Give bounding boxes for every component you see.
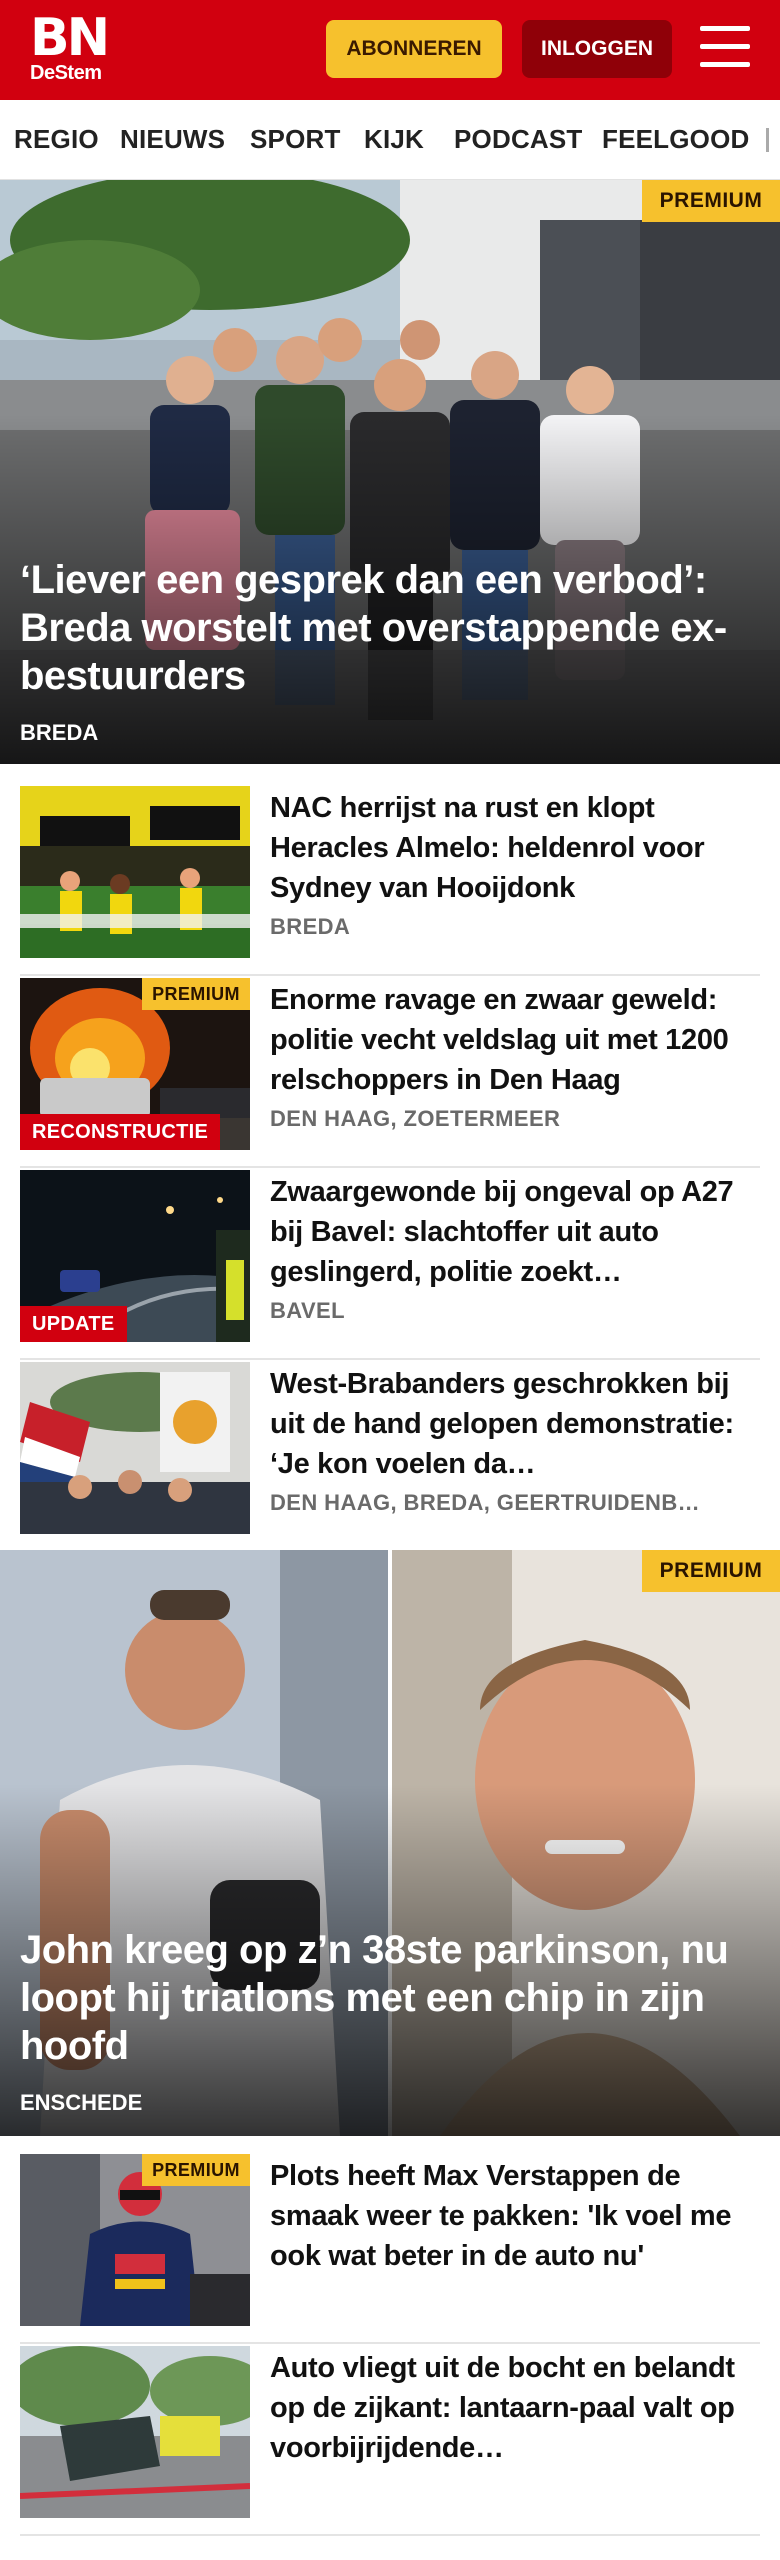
bn-destem-logo[interactable]: BN DeStem	[30, 8, 110, 86]
list-item[interactable]: PREMIUM RECONSTRUCTIE Enorme ravage en z…	[20, 978, 760, 1168]
nav-item-podcast[interactable]: PODCAST	[454, 124, 583, 155]
premium-badge: PREMIUM	[142, 2154, 250, 2186]
logo-subtitle: DeStem	[30, 62, 102, 84]
premium-badge: PREMIUM	[642, 180, 780, 222]
article-location: DEN HAAG, ZOETERMEER	[270, 1106, 561, 1131]
article-thumbnail: UPDATE	[20, 1170, 250, 1342]
article-title[interactable]: West-Brabanders geschrokken bij uit de h…	[270, 1364, 760, 1484]
nav-item-regio[interactable]: REGIO	[14, 124, 99, 155]
login-button[interactable]: INLOGGEN	[522, 20, 672, 78]
list-item[interactable]: West-Brabanders geschrokken bij uit de h…	[20, 1362, 760, 1552]
premium-badge: PREMIUM	[142, 978, 250, 1010]
hero-article-enschede[interactable]: PREMIUM John kreeg op z’n 38ste parkinso…	[0, 1550, 780, 2136]
article-thumbnail	[20, 2346, 250, 2518]
hero-location: ENSCHEDE	[20, 2090, 143, 2115]
subscribe-button[interactable]: ABONNEREN	[326, 20, 502, 78]
nav-overflow-indicator	[766, 128, 769, 152]
article-thumbnail	[20, 786, 250, 958]
article-location: DEN HAAG, BREDA, GEERTRUIDENB…	[270, 1490, 701, 1515]
hero-title[interactable]: John kreeg op z’n 38ste parkinson, nu lo…	[20, 1926, 760, 2070]
logo-mark: BN	[30, 8, 110, 68]
nav-item-nieuws[interactable]: NIEUWS	[120, 124, 225, 155]
hero-article-breda[interactable]: PREMIUM ‘Liever een gesprek dan een verb…	[0, 180, 780, 764]
list-item[interactable]: UPDATE Zwaargewonde bij ongeval op A27 b…	[20, 1170, 760, 1360]
top-bar: BN DeStem ABONNEREN INLOGGEN	[0, 0, 780, 100]
article-title[interactable]: NAC herrijst na rust en klopt Heracles A…	[270, 788, 760, 908]
list-item[interactable]: PREMIUM Plots heeft Max Verstappen de sm…	[20, 2154, 760, 2344]
nav-item-kijk[interactable]: KIJK	[364, 124, 424, 155]
article-thumbnail: PREMIUM RECONSTRUCTIE	[20, 978, 250, 1150]
article-title[interactable]: Zwaargewonde bij ongeval op A27 bij Bave…	[270, 1172, 760, 1292]
article-thumbnail	[20, 1362, 250, 1534]
article-title[interactable]: Auto vliegt uit de bocht en belandt op d…	[270, 2348, 760, 2468]
reconstructie-tag: RECONSTRUCTIE	[20, 1114, 221, 1150]
hero-location: BREDA	[20, 720, 99, 745]
nav-item-sport[interactable]: SPORT	[250, 124, 341, 155]
premium-badge: PREMIUM	[642, 1550, 780, 1592]
article-location: BAVEL	[270, 1298, 345, 1323]
article-location: BREDA	[270, 914, 351, 939]
menu-icon[interactable]	[700, 26, 750, 72]
nav-item-feelgood[interactable]: FEELGOOD	[602, 124, 750, 155]
article-title[interactable]: Enorme ravage en zwaar geweld: politie v…	[270, 980, 760, 1100]
article-thumbnail: PREMIUM	[20, 2154, 250, 2326]
list-item[interactable]: Auto vliegt uit de bocht en belandt op d…	[20, 2346, 760, 2536]
section-nav: REGIO NIEUWS SPORT KIJK PODCAST FEELGOOD	[0, 100, 780, 180]
hero-title[interactable]: ‘Liever een gesprek dan een verbod’: Bre…	[20, 556, 760, 700]
article-title[interactable]: Plots heeft Max Verstappen de smaak weer…	[270, 2156, 760, 2276]
list-item[interactable]: NAC herrijst na rust en klopt Heracles A…	[20, 786, 760, 976]
update-tag: UPDATE	[20, 1306, 127, 1342]
